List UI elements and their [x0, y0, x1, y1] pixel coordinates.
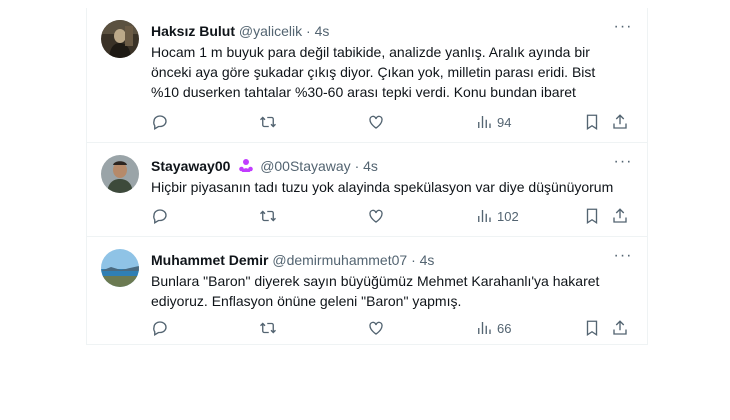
share-button[interactable]: [611, 206, 629, 226]
tweet-actions: 102: [151, 206, 633, 226]
separator-dot: ·: [306, 23, 311, 39]
tweet-header: Muhammet Demir @demirmuhammet07 · 4s: [151, 251, 434, 269]
tweet[interactable]: Haksız Bulut @yalicelik · 4s ··· Hocam 1…: [87, 8, 647, 143]
reply-button[interactable]: [151, 206, 169, 226]
more-dots-icon[interactable]: ···: [613, 19, 633, 40]
display-name[interactable]: Muhammet Demir: [151, 252, 268, 268]
tweet-header: Haksız Bulut @yalicelik · 4s: [151, 22, 329, 40]
tweet-actions: 66: [151, 318, 633, 338]
views-count: 66: [497, 320, 512, 336]
bookmark-button[interactable]: [583, 318, 601, 338]
retweet-button[interactable]: [259, 112, 277, 132]
tweet-feed: Haksız Bulut @yalicelik · 4s ··· Hocam 1…: [86, 8, 648, 345]
share-icon: [613, 320, 627, 335]
separator-dot: ·: [354, 158, 360, 174]
retweet-icon: [260, 210, 276, 222]
views-count: 102: [497, 208, 519, 224]
avatar[interactable]: [101, 20, 139, 58]
reply-icon: [153, 321, 167, 336]
share-icon: [613, 208, 627, 223]
views-button[interactable]: 66: [475, 318, 511, 338]
user-handle[interactable]: @yalicelik: [239, 23, 302, 39]
bookmark-icon: [586, 114, 598, 131]
reply-icon: [153, 115, 167, 130]
reply-button[interactable]: [151, 318, 169, 338]
views-button[interactable]: 102: [475, 206, 519, 226]
avatar[interactable]: [101, 249, 139, 287]
reply-button[interactable]: [151, 112, 169, 132]
display-name[interactable]: Stayaway00: [151, 158, 230, 174]
views-chart-icon: [478, 210, 491, 222]
people-badge-icon: [239, 159, 254, 172]
bookmark-icon: [586, 208, 598, 225]
timestamp[interactable]: 4s: [420, 252, 435, 268]
like-button[interactable]: [367, 318, 385, 338]
bookmark-button[interactable]: [583, 112, 601, 132]
heart-icon: [369, 209, 383, 223]
retweet-button[interactable]: [259, 318, 277, 338]
separator-dot: ·: [411, 252, 416, 268]
timestamp[interactable]: 4s: [315, 23, 330, 39]
tweet-text: Bunlara "Baron" diyerek sayın büyüğümüz …: [151, 273, 600, 309]
timestamp[interactable]: 4s: [363, 158, 378, 174]
share-icon: [613, 114, 627, 129]
views-button[interactable]: 94: [475, 112, 511, 132]
tweet-actions: 94: [151, 112, 633, 132]
display-name[interactable]: Haksız Bulut: [151, 23, 235, 39]
tweet[interactable]: Stayaway00 @00Stayaway · 4s ··· Hiçbir p…: [87, 143, 647, 237]
heart-icon: [369, 115, 383, 129]
share-button[interactable]: [611, 318, 629, 338]
bookmark-button[interactable]: [583, 206, 601, 226]
avatar[interactable]: [101, 155, 139, 193]
heart-icon: [369, 321, 383, 335]
views-chart-icon: [478, 322, 491, 334]
user-handle[interactable]: @demirmuhammet07: [272, 252, 407, 268]
share-button[interactable]: [611, 112, 629, 132]
like-button[interactable]: [367, 206, 385, 226]
views-chart-icon: [478, 116, 491, 128]
reply-icon: [153, 209, 167, 224]
views-count: 94: [497, 114, 512, 130]
tweet-text: Hiçbir piyasanın tadı tuzu yok alayinda …: [151, 179, 614, 195]
more-dots-icon[interactable]: ···: [613, 154, 633, 175]
like-button[interactable]: [367, 112, 385, 132]
tweet[interactable]: Muhammet Demir @demirmuhammet07 · 4s ···…: [87, 237, 647, 345]
retweet-button[interactable]: [259, 206, 277, 226]
retweet-icon: [260, 116, 276, 128]
tweet-text: Hocam 1 m buyuk para değil tabikide, ana…: [151, 44, 596, 100]
user-handle[interactable]: @00Stayaway: [260, 158, 350, 174]
tweet-header: Stayaway00 @00Stayaway · 4s: [151, 157, 378, 175]
retweet-icon: [260, 322, 276, 334]
more-dots-icon[interactable]: ···: [613, 248, 633, 269]
bookmark-icon: [586, 320, 598, 337]
